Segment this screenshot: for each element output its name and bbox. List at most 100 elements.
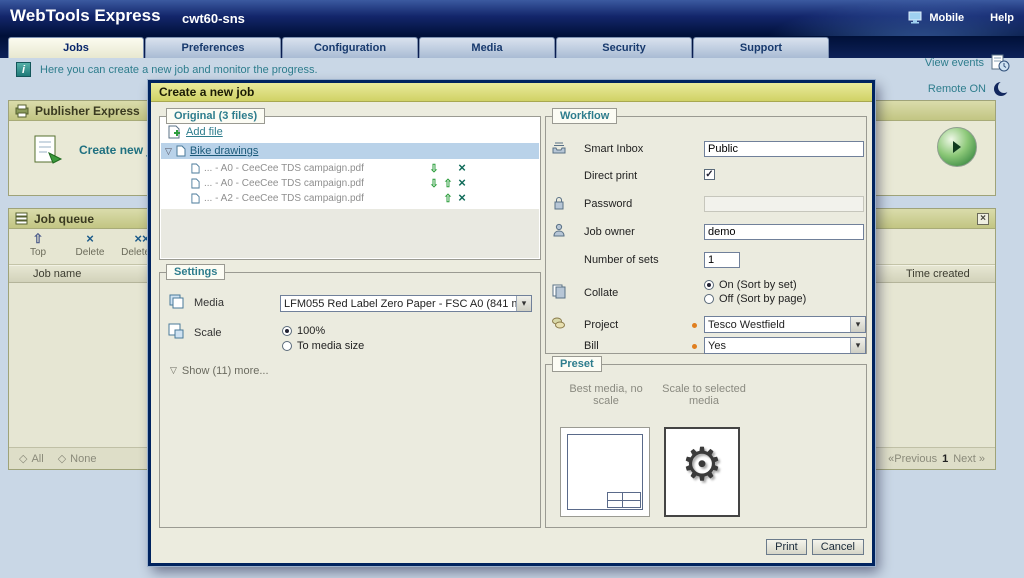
add-file-label: Add file (186, 126, 223, 138)
tab-jobs[interactable]: Jobs (8, 37, 144, 58)
select-none-link[interactable]: ◇ None (58, 452, 97, 465)
add-file-link[interactable]: Add file (168, 125, 223, 139)
view-events-link[interactable]: View events (925, 54, 1010, 72)
next-icon: » (979, 453, 985, 465)
document-icon (191, 163, 200, 174)
direct-print-checkbox[interactable]: ✓ (704, 169, 715, 180)
preset-best-media-thumbnail[interactable] (560, 427, 650, 517)
remove-file-icon[interactable]: × (455, 177, 469, 190)
dropdown-arrow-icon: ▾ (516, 296, 531, 311)
remote-on-link[interactable]: Remote ON (928, 80, 1010, 98)
go-button[interactable] (937, 127, 977, 167)
move-down-icon[interactable]: ⇩ (427, 162, 441, 175)
settings-tab: Settings (166, 264, 225, 280)
collate-off-radio[interactable]: Off (Sort by page) (704, 293, 806, 305)
hostname-label: cwt60-sns (182, 11, 245, 26)
radio-icon (282, 326, 292, 336)
bill-value: Yes (705, 340, 850, 352)
media-value: LFM055 Red Label Zero Paper - FSC A0 (84… (281, 298, 516, 310)
top-button[interactable]: ⇧ Top (15, 231, 61, 264)
collate-label: Collate (584, 287, 618, 299)
job-queue-close-icon[interactable]: × (977, 213, 989, 225)
move-up-icon[interactable]: ⇧ (441, 192, 455, 205)
show-more-link[interactable]: ▽ Show (11) more... (170, 365, 269, 377)
media-select[interactable]: LFM055 Red Label Zero Paper - FSC A0 (84… (280, 295, 532, 312)
move-up-icon[interactable]: ⇧ (441, 177, 455, 190)
tab-bar: Jobs Preferences Configuration Media Sec… (0, 36, 1024, 58)
add-file-icon (168, 125, 181, 139)
number-of-sets-input[interactable] (704, 252, 740, 268)
gear-drawing-icon: ⚙ (666, 437, 738, 491)
media-icon (168, 293, 184, 309)
move-down-icon[interactable]: ⇩ (427, 177, 441, 190)
scale-100-radio[interactable]: 100% (282, 325, 325, 337)
direct-print-label: Direct print (584, 170, 637, 182)
password-input (704, 196, 864, 212)
previous-page-link[interactable]: «Previous (888, 453, 937, 465)
scale-icon (168, 323, 184, 339)
tab-security[interactable]: Security (556, 37, 692, 58)
print-button[interactable]: Print (766, 539, 807, 555)
media-label: Media (194, 297, 224, 309)
mobile-label: Mobile (929, 12, 964, 24)
select-all-label: All (31, 453, 43, 465)
radio-icon (704, 294, 714, 304)
create-new-job-button[interactable]: Create new job (31, 133, 164, 167)
app-title: WebTools Express (10, 6, 161, 26)
radio-icon (704, 280, 714, 290)
file-group-row[interactable]: ▽ Bike drawings (161, 143, 539, 159)
collate-off-label: Off (Sort by page) (719, 293, 806, 305)
view-events-label: View events (925, 57, 984, 69)
file-row: ... - A2 - CeeCee TDS campaign.pdf ⇧ × (161, 191, 539, 206)
scale-to-media-radio[interactable]: To media size (282, 340, 364, 352)
tab-support[interactable]: Support (693, 37, 829, 58)
delete-label: Delete (76, 247, 105, 258)
project-select[interactable]: Tesco Westfield ▾ (704, 316, 866, 333)
pagination: «Previous 1 Next » (888, 453, 985, 465)
tab-configuration[interactable]: Configuration (282, 37, 418, 58)
remove-file-icon[interactable]: × (455, 162, 469, 175)
radio-icon (282, 341, 292, 351)
tab-preferences[interactable]: Preferences (145, 37, 281, 58)
required-dot (692, 323, 697, 328)
workflow-section: Workflow Smart Inbox Direct print ✓ Pass… (545, 116, 867, 354)
top-bar: WebTools Express cwt60-sns Mobile Help (0, 0, 1024, 36)
preset-option1-label: Best media, no scale (556, 383, 656, 407)
spacer (427, 192, 441, 205)
file-list-empty-area (161, 209, 539, 258)
remove-file-icon[interactable]: × (455, 192, 469, 205)
help-link[interactable]: Help (990, 12, 1014, 24)
cancel-button[interactable]: Cancel (812, 539, 864, 555)
current-page-number: 1 (942, 453, 948, 465)
delete-button[interactable]: × Delete (67, 231, 113, 264)
column-job-name[interactable]: Job name (33, 268, 81, 280)
mobile-link[interactable]: Mobile (908, 11, 964, 24)
next-page-link[interactable]: Next » (953, 453, 985, 465)
dropdown-arrow-icon: ▾ (850, 338, 865, 353)
remote-on-label: Remote ON (928, 83, 986, 95)
smart-inbox-icon (551, 139, 567, 155)
project-value: Tesco Westfield (705, 319, 850, 331)
select-all-link[interactable]: ◇ All (19, 452, 44, 465)
job-queue-icon (15, 212, 28, 225)
spacer (441, 162, 455, 175)
original-section: Original (3 files) Add file ▽ Bike drawi… (159, 116, 541, 260)
preset-scale-to-media-thumbnail[interactable]: ⚙ (664, 427, 740, 517)
delete-icon: × (86, 231, 94, 246)
bill-select[interactable]: Yes ▾ (704, 337, 866, 354)
job-owner-input[interactable] (704, 224, 864, 240)
expand-icon: ▽ (170, 365, 177, 377)
collate-on-radio[interactable]: On (Sort by set) (704, 279, 797, 291)
job-queue-title: Job queue (34, 212, 94, 226)
dialog-buttons: Print Cancel (766, 539, 864, 555)
document-icon (191, 193, 200, 204)
password-icon (551, 195, 567, 211)
file-group-name: Bike drawings (190, 145, 258, 157)
dropdown-arrow-icon: ▾ (850, 317, 865, 332)
document-icon (176, 145, 186, 157)
column-time-created[interactable]: Time created (906, 268, 970, 280)
smart-inbox-input[interactable] (704, 141, 864, 157)
job-owner-icon (551, 222, 567, 238)
number-of-sets-label: Number of sets (584, 254, 659, 266)
tab-media[interactable]: Media (419, 37, 555, 58)
